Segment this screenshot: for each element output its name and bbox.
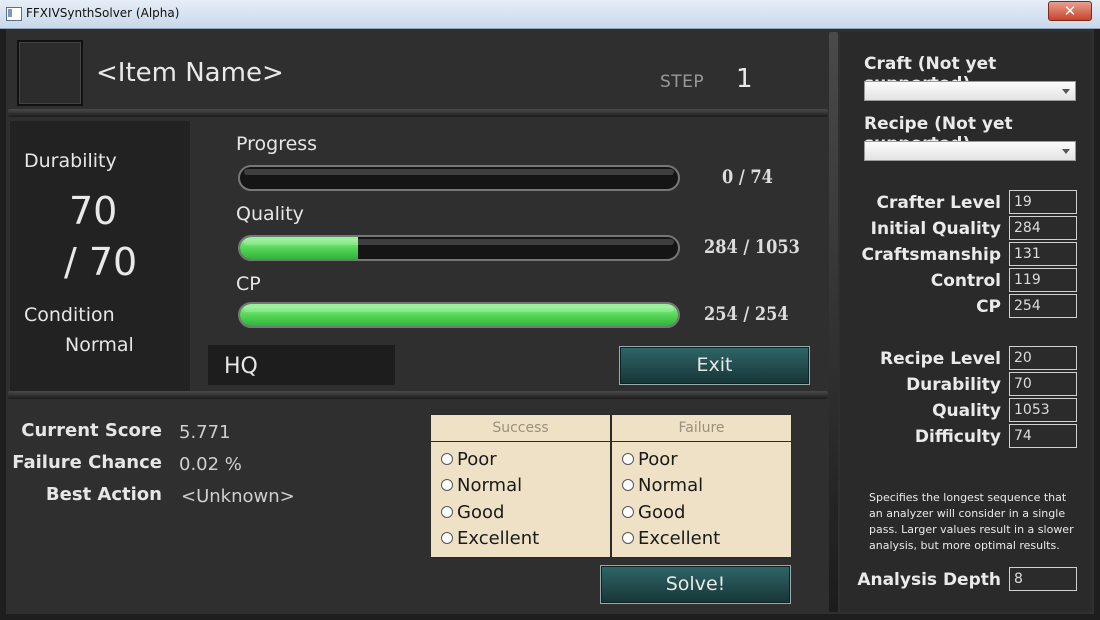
radio-icon bbox=[441, 506, 453, 518]
radio-icon bbox=[441, 479, 453, 491]
radio-icon bbox=[622, 453, 634, 465]
failure-chance-label: Failure Chance bbox=[12, 452, 162, 473]
initial-quality-label: Initial Quality bbox=[870, 219, 1001, 239]
control-label: Control bbox=[930, 271, 1001, 291]
hq-label: HQ bbox=[224, 354, 258, 379]
craftsmanship-field[interactable] bbox=[1009, 242, 1077, 266]
recipe-durability-label: Durability bbox=[906, 375, 1001, 395]
best-action-label: Best Action bbox=[45, 484, 162, 505]
condition-value: Normal bbox=[65, 334, 134, 356]
chevron-down-icon bbox=[1062, 149, 1070, 154]
recipe-level-label: Recipe Level bbox=[880, 349, 1001, 369]
analysis-depth-field[interactable] bbox=[1009, 567, 1077, 591]
analysis-depth-label: Analysis Depth bbox=[857, 570, 1001, 590]
item-name: <Item Name> bbox=[96, 58, 284, 88]
vertical-divider bbox=[829, 32, 838, 612]
option-label: Poor bbox=[638, 448, 678, 470]
radio-icon bbox=[622, 479, 634, 491]
analysis-depth-hint: Specifies the longest sequence that an a… bbox=[869, 491, 1074, 552]
success-option-excellent[interactable]: Excellent bbox=[441, 525, 539, 551]
option-label: Normal bbox=[638, 474, 704, 496]
durability-current: 70 bbox=[69, 189, 118, 233]
difficulty-field[interactable] bbox=[1009, 424, 1077, 448]
radio-icon bbox=[622, 532, 634, 544]
craft-select[interactable] bbox=[864, 81, 1076, 101]
success-option-normal[interactable]: Normal bbox=[441, 472, 522, 498]
success-option-good[interactable]: Good bbox=[441, 499, 504, 525]
current-score-label: Current Score bbox=[21, 420, 162, 441]
window-title: FFXIVSynthSolver (Alpha) bbox=[26, 6, 180, 20]
craftsmanship-label: Craftsmanship bbox=[861, 245, 1001, 265]
chevron-down-icon bbox=[1062, 89, 1070, 94]
cp-label: CP bbox=[236, 273, 261, 295]
durability-max: / 70 bbox=[64, 240, 138, 284]
failure-header: Failure bbox=[612, 415, 791, 442]
solve-button[interactable]: Solve! bbox=[600, 565, 791, 604]
option-label: Normal bbox=[457, 474, 523, 496]
app-icon bbox=[6, 7, 22, 21]
success-conditions: Success Poor Normal Good Excellent bbox=[430, 414, 611, 558]
recipe-quality-field[interactable] bbox=[1009, 398, 1077, 422]
quality-bar bbox=[238, 235, 680, 261]
middle-divider bbox=[8, 391, 828, 399]
header-divider bbox=[8, 109, 828, 117]
recipe-level-field[interactable] bbox=[1009, 346, 1077, 370]
progress-label: Progress bbox=[236, 133, 318, 155]
quality-value: 284 / 1053 bbox=[704, 236, 800, 258]
failure-option-normal[interactable]: Normal bbox=[622, 472, 703, 498]
cp-bar bbox=[238, 302, 680, 328]
progress-bar bbox=[238, 165, 680, 191]
crafter-level-field[interactable] bbox=[1009, 190, 1077, 214]
radio-icon bbox=[441, 532, 453, 544]
option-label: Excellent bbox=[457, 527, 540, 549]
durability-label: Durability bbox=[24, 150, 117, 172]
best-action-value: <Unknown> bbox=[181, 486, 295, 507]
failure-conditions: Failure Poor Normal Good Excellent bbox=[611, 414, 792, 558]
radio-icon bbox=[622, 506, 634, 518]
recipe-durability-field[interactable] bbox=[1009, 372, 1077, 396]
progress-value: 0 / 74 bbox=[722, 166, 773, 188]
crafter-cp-field[interactable] bbox=[1009, 294, 1077, 318]
failure-option-poor[interactable]: Poor bbox=[622, 446, 678, 472]
difficulty-label: Difficulty bbox=[914, 427, 1001, 447]
step-value: 1 bbox=[736, 64, 753, 94]
quality-label: Quality bbox=[236, 203, 304, 225]
success-option-poor[interactable]: Poor bbox=[441, 446, 497, 472]
current-score-value: 5.771 bbox=[179, 422, 231, 443]
failure-option-excellent[interactable]: Excellent bbox=[622, 525, 720, 551]
failure-option-good[interactable]: Good bbox=[622, 499, 685, 525]
exit-button[interactable]: Exit bbox=[619, 346, 810, 385]
success-header: Success bbox=[431, 415, 610, 442]
cp-value: 254 / 254 bbox=[704, 303, 789, 325]
option-label: Excellent bbox=[638, 527, 721, 549]
initial-quality-field[interactable] bbox=[1009, 216, 1077, 240]
close-button[interactable]: ✕ bbox=[1048, 1, 1092, 21]
condition-label: Condition bbox=[24, 304, 115, 326]
failure-chance-value: 0.02 % bbox=[179, 454, 242, 475]
option-label: Poor bbox=[457, 448, 497, 470]
crafter-level-label: Crafter Level bbox=[876, 193, 1002, 213]
recipe-select[interactable] bbox=[864, 141, 1076, 161]
crafter-cp-label: CP bbox=[976, 297, 1001, 317]
option-label: Good bbox=[457, 501, 505, 523]
control-field[interactable] bbox=[1009, 268, 1077, 292]
recipe-quality-label: Quality bbox=[932, 401, 1001, 421]
option-label: Good bbox=[638, 501, 686, 523]
item-icon bbox=[17, 40, 83, 106]
step-label: STEP bbox=[660, 72, 705, 92]
radio-icon bbox=[441, 453, 453, 465]
